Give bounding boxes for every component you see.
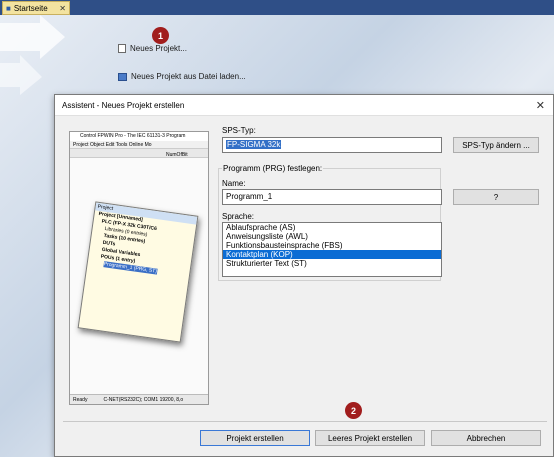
step-badge-1: 1 — [152, 27, 169, 44]
new-project-icon — [118, 44, 126, 53]
tab-startseite[interactable]: ■ Startseite ✕ — [2, 1, 70, 15]
new-project-link[interactable]: Neues Projekt... — [118, 44, 187, 53]
program-group-label: Programm (PRG) festlegen: — [222, 164, 324, 173]
language-option[interactable]: Ablaufsprache (AS) — [223, 223, 441, 232]
button-separator — [63, 421, 547, 422]
language-option[interactable]: Strukturierter Text (ST) — [223, 259, 441, 268]
create-empty-project-button[interactable]: Leeres Projekt erstellen — [315, 430, 425, 446]
language-option-selected[interactable]: Kontaktplan (KOP) — [223, 250, 441, 259]
preview-image: Control FPWIN Pro - The IEC 61131-3 Prog… — [69, 131, 209, 405]
preview-toolbar-text: NumOfBit — [166, 152, 188, 158]
dialog-title: Assistent - Neues Projekt erstellen — [55, 95, 553, 116]
language-listbox[interactable]: Ablaufsprache (AS) Anweisungsliste (AWL)… — [222, 222, 442, 277]
plc-type-field[interactable]: FP-SIGMA 32k — [222, 137, 442, 153]
dialog-close-icon[interactable]: ✕ — [536, 99, 545, 112]
change-plc-type-button[interactable]: SPS-Typ ändern ... — [453, 137, 539, 153]
program-name-input[interactable]: Programm_1 — [222, 189, 442, 205]
preview-project-pane: Project Project [Unnamed] PLC (FP-X 32k … — [77, 201, 199, 343]
preview-status-connection: C-NET(RS232C); COM1 19200, 8,o — [103, 397, 184, 403]
new-project-from-file-link[interactable]: Neues Projekt aus Datei laden... — [118, 72, 246, 81]
new-project-from-file-label: Neues Projekt aus Datei laden... — [131, 72, 246, 81]
open-file-icon — [118, 72, 127, 81]
tab-label: Startseite — [13, 3, 48, 13]
document-tab-bar: ■ Startseite ✕ — [0, 0, 554, 15]
name-label: Name: — [222, 179, 246, 188]
preview-menu: Project Object Edit Tools Online Mo — [70, 141, 208, 149]
step-badge-2: 2 — [345, 402, 362, 419]
cancel-button[interactable]: Abbrechen — [431, 430, 541, 446]
preview-status-ready: Ready — [73, 397, 88, 403]
preview-title: Control FPWIN Pro - The IEC 61131-3 Prog… — [70, 132, 208, 141]
language-option[interactable]: Anweisungsliste (AWL) — [223, 232, 441, 241]
help-button[interactable]: ? — [453, 189, 539, 205]
tab-close-icon[interactable]: ✕ — [59, 4, 69, 13]
plc-type-value: FP-SIGMA 32k — [226, 140, 282, 149]
language-option[interactable]: Funktionsbausteinsprache (FBS) — [223, 241, 441, 250]
home-icon: ■ — [6, 3, 11, 13]
arrow-decoration-icon — [0, 15, 65, 95]
preview-status-bar: Ready C-NET(RS232C); COM1 19200, 8,o — [70, 394, 208, 404]
new-project-wizard-dialog: Assistent - Neues Projekt erstellen ✕ Co… — [54, 94, 554, 457]
new-project-label: Neues Projekt... — [130, 44, 187, 53]
preview-toolbar: NumOfBit — [70, 149, 208, 158]
language-label: Sprache: — [222, 212, 255, 221]
create-project-button[interactable]: Projekt erstellen — [200, 430, 310, 446]
plc-type-label: SPS-Typ: — [222, 126, 256, 135]
